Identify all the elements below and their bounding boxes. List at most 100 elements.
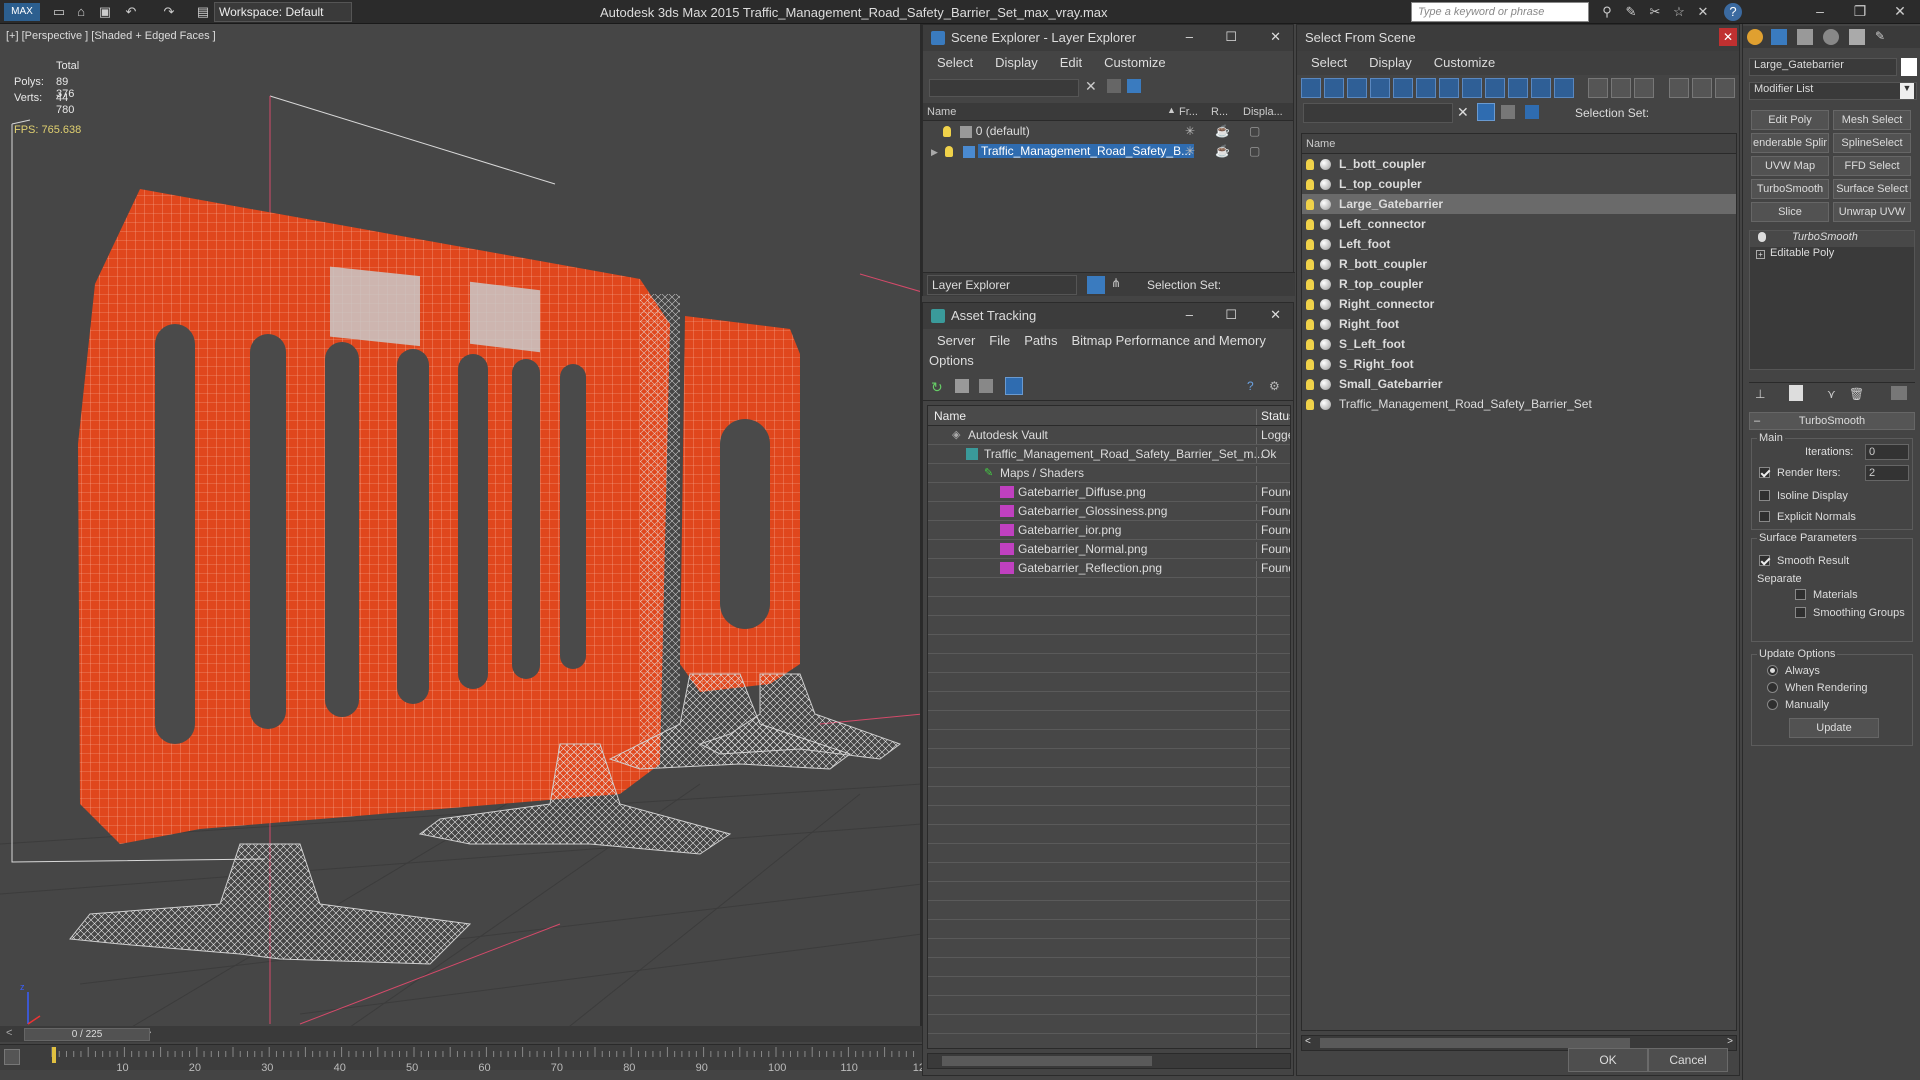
refresh-icon[interactable]: ↻ bbox=[931, 379, 943, 396]
collapse-icon[interactable] bbox=[1714, 78, 1735, 98]
scroll-right-icon[interactable]: > bbox=[1727, 1036, 1733, 1047]
stack-item-editable-poly[interactable]: + Editable Poly bbox=[1750, 247, 1914, 263]
filter-shapes-icon[interactable] bbox=[1324, 78, 1344, 98]
pin-stack-icon[interactable]: ⊥ bbox=[1755, 387, 1765, 401]
sfs-menu-customize[interactable]: Customize bbox=[1434, 55, 1495, 71]
object-name-field[interactable]: Large_Gatebarrier bbox=[1749, 58, 1897, 76]
uvw-map-button[interactable]: UVW Map bbox=[1751, 156, 1829, 176]
sfs-object-row[interactable]: S_Left_foot bbox=[1302, 334, 1736, 354]
app-menu-icon[interactable]: MAX bbox=[4, 3, 40, 21]
edit-poly-button[interactable]: Edit Poly bbox=[1751, 110, 1829, 130]
restore-icon[interactable]: ❐ bbox=[1840, 0, 1880, 24]
open-file-icon[interactable]: ⌂ bbox=[72, 3, 90, 21]
layer-explorer-dropdown[interactable]: Layer Explorer bbox=[927, 275, 1077, 295]
subscription-icon[interactable]: ✂ bbox=[1646, 3, 1664, 21]
visibility-bulb-icon[interactable] bbox=[1306, 219, 1314, 231]
expand-arrow-icon[interactable]: ▶ bbox=[931, 147, 938, 157]
asset-row[interactable]: Gatebarrier_Normal.png Found bbox=[928, 540, 1290, 559]
visibility-bulb-icon[interactable] bbox=[1306, 179, 1314, 191]
sfs-object-row[interactable]: Traffic_Management_Road_Safety_Barrier_S… bbox=[1302, 394, 1736, 414]
modify-tab-icon[interactable] bbox=[1771, 29, 1787, 45]
sfs-search-field[interactable] bbox=[1303, 103, 1453, 123]
visibility-bulb-icon[interactable] bbox=[1306, 239, 1314, 251]
sfs-object-row[interactable]: Large_Gatebarrier bbox=[1302, 194, 1736, 214]
stack-item-turbosmooth[interactable]: TurboSmooth bbox=[1750, 231, 1914, 247]
sort-up-icon[interactable]: ▲ bbox=[1167, 105, 1176, 115]
list-view-icon[interactable] bbox=[955, 379, 969, 393]
renderable-spline-button[interactable]: enderable Splir bbox=[1751, 133, 1829, 153]
select-invert-icon[interactable] bbox=[1634, 78, 1655, 98]
sfs-clear-icon[interactable]: ✕ bbox=[1457, 104, 1469, 121]
sfs-object-row[interactable]: R_top_coupler bbox=[1302, 274, 1736, 294]
at-menu-options[interactable]: Options bbox=[923, 353, 1293, 373]
layer-visible-icon[interactable] bbox=[943, 126, 951, 138]
sfs-object-row[interactable]: Right_foot bbox=[1302, 314, 1736, 334]
unwrap-uvw-button[interactable]: Unwrap UVW bbox=[1833, 202, 1911, 222]
smooth-result-checkbox[interactable] bbox=[1759, 555, 1770, 566]
select-none-icon[interactable] bbox=[1611, 78, 1632, 98]
at-menu-file[interactable]: File bbox=[989, 333, 1010, 349]
visibility-bulb-icon[interactable] bbox=[1306, 279, 1314, 291]
layer-row[interactable]: ▶ Traffic_Management_Road_Safety_B... ✳ … bbox=[923, 141, 1293, 161]
modifier-bulb-icon[interactable] bbox=[1758, 232, 1766, 242]
configure-sets-icon[interactable] bbox=[1891, 386, 1907, 400]
undo-icon[interactable]: ↶ bbox=[122, 3, 140, 21]
when-rendering-radio[interactable] bbox=[1767, 682, 1778, 693]
update-button[interactable]: Update bbox=[1789, 718, 1879, 738]
spline-select-button[interactable]: SplineSelect bbox=[1833, 133, 1911, 153]
sfs-layers-icon[interactable] bbox=[1501, 105, 1515, 119]
explicit-normals-checkbox[interactable] bbox=[1759, 511, 1770, 522]
chevron-down-icon[interactable]: ▼ bbox=[1900, 83, 1914, 99]
at-menu-bitmap[interactable]: Bitmap Performance and Memory bbox=[1072, 333, 1266, 349]
visibility-bulb-icon[interactable] bbox=[1306, 399, 1314, 411]
asset-tracking-titlebar[interactable]: Asset Tracking – ☐ ✕ bbox=[923, 303, 1293, 329]
help-icon[interactable]: ? bbox=[1724, 3, 1742, 21]
se-close-icon[interactable]: ✕ bbox=[1270, 29, 1281, 45]
sfs-col-name[interactable]: Name bbox=[1306, 138, 1335, 150]
freeze-icon[interactable]: ✳ bbox=[1185, 141, 1195, 161]
filter-lights-icon[interactable] bbox=[1347, 78, 1367, 98]
filter-cameras-icon[interactable] bbox=[1370, 78, 1390, 98]
filter-containers-icon[interactable] bbox=[1508, 78, 1528, 98]
surface-select-button[interactable]: Surface Select bbox=[1833, 179, 1911, 199]
hierarchy-view-icon[interactable] bbox=[1691, 78, 1712, 98]
at-menu-paths[interactable]: Paths bbox=[1024, 333, 1057, 349]
close-x-icon[interactable]: ✕ bbox=[1694, 3, 1712, 21]
sfs-object-row[interactable]: Right_connector bbox=[1302, 294, 1736, 314]
motion-tab-icon[interactable] bbox=[1823, 29, 1839, 45]
filter-helpers-icon[interactable] bbox=[1393, 78, 1413, 98]
sfs-object-row[interactable]: R_bott_coupler bbox=[1302, 254, 1736, 274]
hierarchy-tab-icon[interactable] bbox=[1797, 29, 1813, 45]
display-box-icon[interactable]: ▢ bbox=[1249, 141, 1260, 161]
sfs-menu-display[interactable]: Display bbox=[1369, 55, 1412, 71]
mesh-select-button[interactable]: Mesh Select bbox=[1833, 110, 1911, 130]
modifier-list-dropdown[interactable]: Modifier List ▼ bbox=[1749, 82, 1917, 100]
filter-bones-icon[interactable] bbox=[1485, 78, 1505, 98]
at-col-name[interactable]: Name bbox=[934, 409, 966, 423]
workspace-dropdown[interactable]: Workspace: Default bbox=[214, 2, 352, 22]
at-close-icon[interactable]: ✕ bbox=[1270, 307, 1281, 323]
prev-frame-icon[interactable]: < bbox=[6, 1027, 12, 1039]
filter-groups-icon[interactable] bbox=[1439, 78, 1459, 98]
display-tab-icon[interactable] bbox=[1849, 29, 1865, 45]
ok-button[interactable]: OK bbox=[1568, 1048, 1648, 1072]
sfs-scroll-thumb[interactable] bbox=[1320, 1038, 1630, 1048]
materials-checkbox[interactable] bbox=[1795, 589, 1806, 600]
redo-icon[interactable]: ↷ bbox=[160, 3, 178, 21]
tree-view-icon[interactable] bbox=[979, 379, 993, 393]
select-all-icon[interactable] bbox=[1588, 78, 1609, 98]
mini-curve-editor-icon[interactable] bbox=[4, 1049, 20, 1065]
sfs-object-row[interactable]: Left_foot bbox=[1302, 234, 1736, 254]
visibility-bulb-icon[interactable] bbox=[1306, 259, 1314, 271]
visibility-bulb-icon[interactable] bbox=[1306, 159, 1314, 171]
se-col-frozen[interactable]: Fr... bbox=[1179, 106, 1198, 118]
display-box-icon[interactable]: ▢ bbox=[1249, 121, 1260, 141]
manually-radio[interactable] bbox=[1767, 699, 1778, 710]
time-slider-thumb[interactable]: 0 / 225 bbox=[24, 1028, 150, 1041]
slice-button[interactable]: Slice bbox=[1751, 202, 1829, 222]
filter-xrefs-icon[interactable] bbox=[1462, 78, 1482, 98]
filter-geometry-icon[interactable] bbox=[1301, 78, 1321, 98]
layer-visible-icon[interactable] bbox=[945, 146, 954, 158]
render-teapot-icon[interactable]: ☕ bbox=[1215, 141, 1230, 161]
visibility-bulb-icon[interactable] bbox=[1306, 199, 1314, 211]
